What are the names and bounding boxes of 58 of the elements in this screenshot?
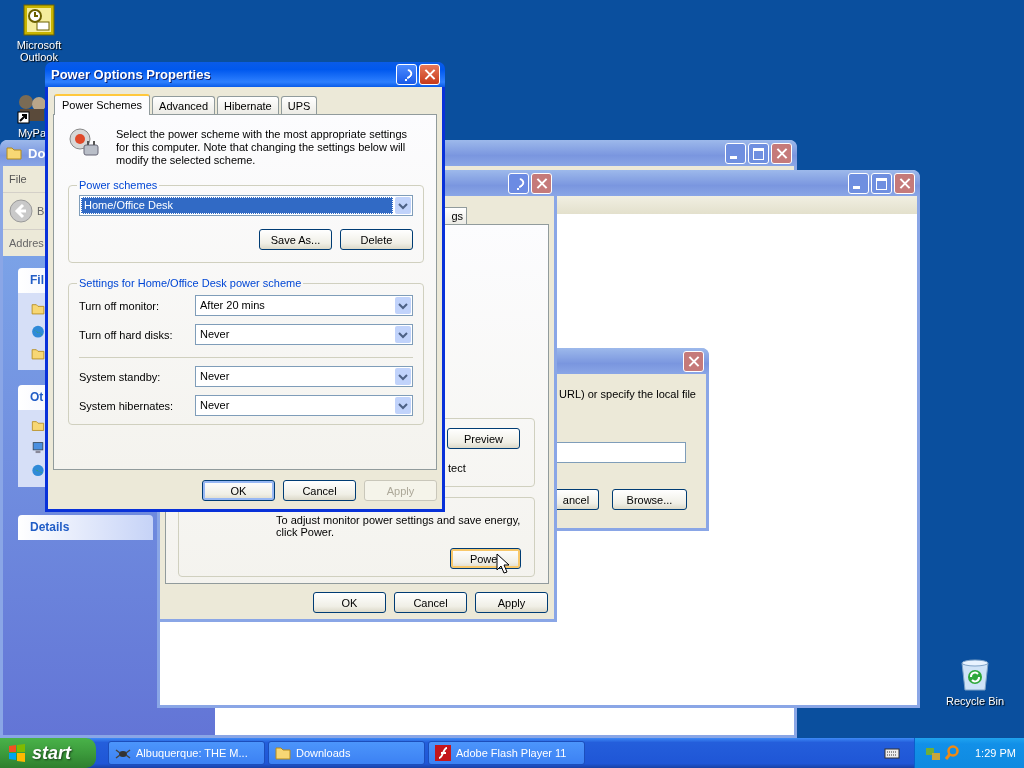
start-button[interactable]: start <box>0 738 96 768</box>
desktop-icon-label[interactable]: Recycle Bin <box>945 695 1005 707</box>
tab[interactable]: UPS <box>280 96 318 114</box>
folder-icon <box>6 146 22 160</box>
menu-item[interactable]: File <box>9 173 27 185</box>
option-label: tect <box>448 462 466 474</box>
setting-label: Turn off monitor: <box>79 299 161 312</box>
desktop-icon-label[interactable]: Microsoft Outlook <box>12 39 66 63</box>
dialog-button[interactable]: OK <box>313 592 386 613</box>
folder-icon[interactable] <box>30 348 46 360</box>
close-button[interactable] <box>419 64 440 85</box>
description-text: Select the power scheme with the most appropriate settings for this computer. Note that changing the settings below will modify the selected scheme. <box>116 127 409 167</box>
preview-button[interactable]: Preview <box>447 428 520 449</box>
keyboard-icon[interactable] <box>884 747 900 759</box>
help-button[interactable] <box>396 64 417 85</box>
desktop-icon-label[interactable]: MyPa <box>17 127 47 139</box>
power-plug-icon <box>68 127 102 159</box>
setting-label: System standby: <box>79 370 162 383</box>
group-label: Power schemes <box>78 179 159 191</box>
tab[interactable]: Advanced <box>152 96 216 114</box>
dialog-button[interactable]: Apply <box>475 592 548 613</box>
scheme-button[interactable]: Save As... <box>259 229 332 250</box>
back-button-label[interactable]: B <box>37 205 45 217</box>
clock: 1:29 PM <box>975 747 1016 759</box>
dialog-button[interactable]: ancel <box>554 489 599 510</box>
tab[interactable]: Hibernate <box>217 96 279 114</box>
address-label: Addres <box>9 237 44 249</box>
folder-icon[interactable] <box>30 303 46 315</box>
group-label: Settings for Home/Office Desk power scheme <box>78 277 303 289</box>
folder-icon <box>275 746 291 760</box>
recycle-bin-icon[interactable] <box>959 658 991 692</box>
flash-player-icon <box>435 745 451 761</box>
dialog-button[interactable]: Cancel <box>283 480 356 501</box>
panel-header[interactable]: Details <box>18 515 153 540</box>
setting-dropdown[interactable]: Never <box>195 366 413 387</box>
calendar-app-icon[interactable] <box>23 4 55 36</box>
setting-dropdown[interactable]: Never <box>195 395 413 416</box>
input-field[interactable] <box>557 442 686 463</box>
window-title: Do <box>28 145 46 161</box>
globe-icon[interactable] <box>30 464 46 477</box>
computer-icon[interactable] <box>30 441 46 455</box>
dialog-button[interactable]: OK <box>202 480 275 501</box>
scheme-dropdown[interactable]: Home/Office Desk <box>79 195 413 216</box>
scheme-button[interactable]: Delete <box>340 229 413 250</box>
windows-flag-icon <box>8 744 26 762</box>
setting-label: System hibernates: <box>79 399 175 412</box>
setting-label: Turn off hard disks: <box>79 328 174 341</box>
browse-button[interactable]: Browse... <box>612 489 687 510</box>
tab[interactable]: Power Schemes <box>54 94 151 115</box>
globe-icon[interactable] <box>30 324 46 339</box>
instruction-text: URL) or specify the local file <box>559 388 696 400</box>
power-note: To adjust monitor power settings and save energy, click Power. <box>276 514 521 538</box>
setting-dropdown[interactable]: Never <box>195 324 413 345</box>
setting-dropdown[interactable]: After 20 mins <box>195 295 413 316</box>
shortcut-icon[interactable] <box>16 92 48 124</box>
dialog-button[interactable]: Cancel <box>394 592 467 613</box>
window-title: Power Options Properties <box>51 67 211 82</box>
folder-icon[interactable] <box>30 420 46 432</box>
